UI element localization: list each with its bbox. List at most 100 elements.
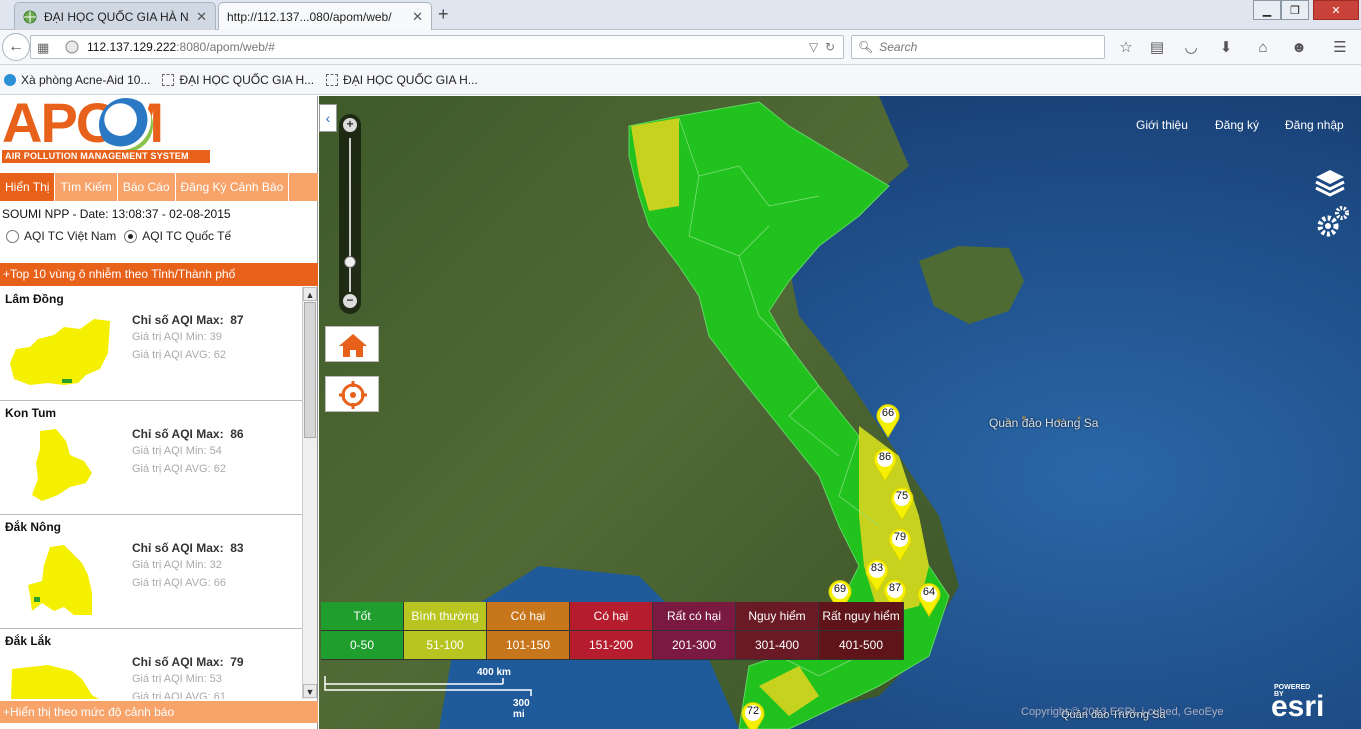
aqi-max: Chỉ số AQI Max: 87 (132, 313, 244, 327)
site-info-icon[interactable] (65, 40, 79, 54)
aqi-marker[interactable]: 86 (872, 448, 898, 482)
aqi-max: Chỉ số AQI Max: 86 (132, 427, 244, 441)
settings-gear-icon[interactable] (1315, 204, 1351, 241)
province-name: Kon Tum (5, 406, 57, 420)
aqi-marker[interactable]: 66 (875, 404, 901, 438)
radio-aqi-intl[interactable] (124, 229, 138, 243)
menu-bao-cao[interactable]: Báo Cáo (118, 173, 176, 201)
link-gioi-thieu[interactable]: Giới thiệu (1136, 118, 1188, 132)
aqi-marker-value: 79 (893, 531, 907, 543)
url-dropdown-reload-icons[interactable]: ▽ ↻ (809, 40, 835, 54)
crosshair-icon (339, 381, 367, 409)
url-bar[interactable]: ▦ 112.137.129.222 :8080/apom/web/# ▽ ↻ (30, 35, 844, 59)
locate-button[interactable] (325, 376, 379, 412)
province-name: Đắk Nông (5, 520, 62, 534)
legend-level-name: Bình thường (404, 602, 487, 631)
list-item[interactable]: Lâm Đồng Chỉ số AQI Max: 87 Giá trị AQI … (0, 287, 302, 401)
esri-text: esri (1271, 690, 1325, 723)
radio-aqi-vn[interactable] (6, 229, 19, 243)
window-close-icon[interactable]: ✕ (1313, 0, 1359, 20)
new-tab-icon[interactable]: + (438, 4, 449, 25)
zoom-knob[interactable] (344, 256, 356, 268)
minimize-icon[interactable]: ▁ (1253, 0, 1281, 20)
province-shape (11, 665, 99, 699)
aqi-marker[interactable]: 75 (889, 487, 915, 521)
grid-icon[interactable]: ▦ (37, 40, 49, 56)
legend-level-range: 201-300 (653, 631, 736, 660)
search-icon: 🔍︎ (858, 40, 874, 54)
menu-hien-thi[interactable]: Hiển Thị (0, 173, 56, 201)
aqi-legend: Tốt 0-50 Bình thường 51-100 Có hại 101-150 Có … (321, 602, 904, 660)
legend-level-range: 151-200 (570, 631, 653, 660)
close-icon[interactable]: ✕ (412, 9, 423, 25)
list-item[interactable]: Đắk Lắk Chỉ số AQI Max: 79 Giá trị AQI M… (0, 629, 302, 699)
list-item[interactable]: Đắk Nông Chỉ số AQI Max: 83 Giá trị AQI … (0, 515, 302, 629)
close-icon[interactable]: ✕ (196, 9, 207, 25)
bookmark-item[interactable]: ĐẠI HỌC QUỐC GIA H... (162, 73, 314, 87)
download-icon[interactable]: ⬇ (1217, 38, 1235, 56)
link-dang-nhap[interactable]: Đăng nhập (1285, 118, 1344, 132)
bookmark-label: ĐẠI HỌC QUỐC GIA H... (179, 72, 315, 87)
aqi-marker-value: 83 (870, 562, 884, 574)
layers-icon[interactable] (1313, 166, 1347, 203)
zoom-track[interactable] (349, 138, 351, 292)
aqi-max: Chỉ số AQI Max: 83 (132, 541, 244, 555)
menu-tim-kiem[interactable]: Tìm Kiếm (55, 173, 118, 201)
scroll-down-icon[interactable]: ▼ (303, 684, 317, 698)
aqi-marker-value: 75 (895, 490, 909, 502)
home-extent-button[interactable] (325, 326, 379, 362)
tab-title: http://112.137...080/apom/web/ (227, 9, 392, 24)
tab-dhqg[interactable]: ĐẠI HỌC QUỐC GIA HÀ N... ✕ (14, 2, 216, 30)
legend-level-range: 101-150 (487, 631, 570, 660)
legend-level-name: Có hại (487, 602, 570, 631)
home-icon[interactable]: ⌂ (1254, 38, 1272, 56)
url-path: :8080/apom/web/# (176, 40, 275, 54)
legend-level-name: Rất có hại (653, 602, 736, 631)
scroll-thumb[interactable] (304, 302, 316, 438)
bookmark-item[interactable]: Xà phòng Acne-Aid 10... (4, 73, 150, 87)
legend-level-range: 301-400 (736, 631, 819, 660)
back-button[interactable]: ← (2, 33, 30, 61)
url-host: 112.137.129.222 (87, 40, 177, 54)
reading-list-icon[interactable]: ▤ (1148, 38, 1166, 56)
aqi-marker[interactable]: 79 (887, 528, 913, 562)
hamburger-menu-icon[interactable]: ☰ (1331, 38, 1349, 56)
map-copyright: Copyright:© 2013 ESRI, i-cubed, GeoEye (1021, 706, 1224, 718)
tab-apom[interactable]: http://112.137...080/apom/web/ ✕ (218, 2, 432, 30)
chat-icon[interactable]: ☻ (1290, 38, 1308, 56)
legend-level-name: Rất nguy hiểm (819, 602, 904, 631)
alert-level-header[interactable]: +Hiển thị theo mức độ cảnh báo (0, 701, 318, 723)
scale-bar: 400 km 300 mi (323, 667, 543, 720)
bookmark-label: Xà phòng Acne-Aid 10... (21, 72, 151, 87)
aqi-avg: Giá trị AQI AVG: 66 (132, 577, 226, 589)
aqi-avg: Giá trị AQI AVG: 62 (132, 463, 226, 475)
scale-km: 400 km (477, 667, 511, 678)
search-input[interactable]: 🔍︎ Search (851, 35, 1105, 59)
navigation-bar: ← ▦ 112.137.129.222 :8080/apom/web/# ▽ ↻… (0, 30, 1361, 65)
radio-aqi-intl-label: AQI TC Quốc Tế (142, 229, 232, 243)
menu-dang-ky-canh-bao[interactable]: Đăng Ký Cảnh Báo (176, 173, 290, 201)
list-item[interactable]: Kon Tum Chỉ số AQI Max: 86 Giá trị AQI M… (0, 401, 302, 515)
bookmark-item[interactable]: ĐẠI HỌC QUỐC GIA H... (326, 73, 478, 87)
province-name: Lâm Đồng (5, 292, 64, 306)
zoom-out-button[interactable]: − (343, 294, 357, 308)
tab-title: ĐẠI HỌC QUỐC GIA HÀ N... (44, 9, 191, 24)
pocket-icon[interactable]: ◡ (1182, 38, 1200, 56)
aqi-marker[interactable]: 64 (916, 583, 942, 617)
zoom-slider[interactable]: + − (339, 114, 361, 314)
top10-header[interactable]: +Top 10 vùng ô nhiễm theo Tỉnh/Thành phố (0, 263, 318, 286)
aqi-marker-value: 86 (878, 451, 892, 463)
map-view[interactable]: ‹ + − Giới thiệu Đăng ký Đăng nhập Quần … (319, 96, 1361, 729)
collapse-panel-button[interactable]: ‹ (319, 104, 337, 132)
bookmark-star-icon[interactable]: ☆ (1117, 38, 1135, 56)
link-dang-ky[interactable]: Đăng ký (1215, 118, 1259, 132)
scroll-up-icon[interactable]: ▲ (303, 287, 317, 301)
maximize-icon[interactable]: ❐ (1281, 0, 1309, 20)
legend-level-range: 401-500 (819, 631, 904, 660)
legend-level-range: 0-50 (321, 631, 404, 660)
zoom-in-button[interactable]: + (343, 118, 357, 132)
puzzle-icon (4, 73, 16, 86)
list-scrollbar[interactable]: ▲ ▼ (302, 287, 317, 699)
aqi-marker[interactable]: 72 (740, 702, 766, 729)
side-panel: APOM AIR POLLUTION MANAGEMENT SYSTEM Hiể… (0, 91, 318, 729)
